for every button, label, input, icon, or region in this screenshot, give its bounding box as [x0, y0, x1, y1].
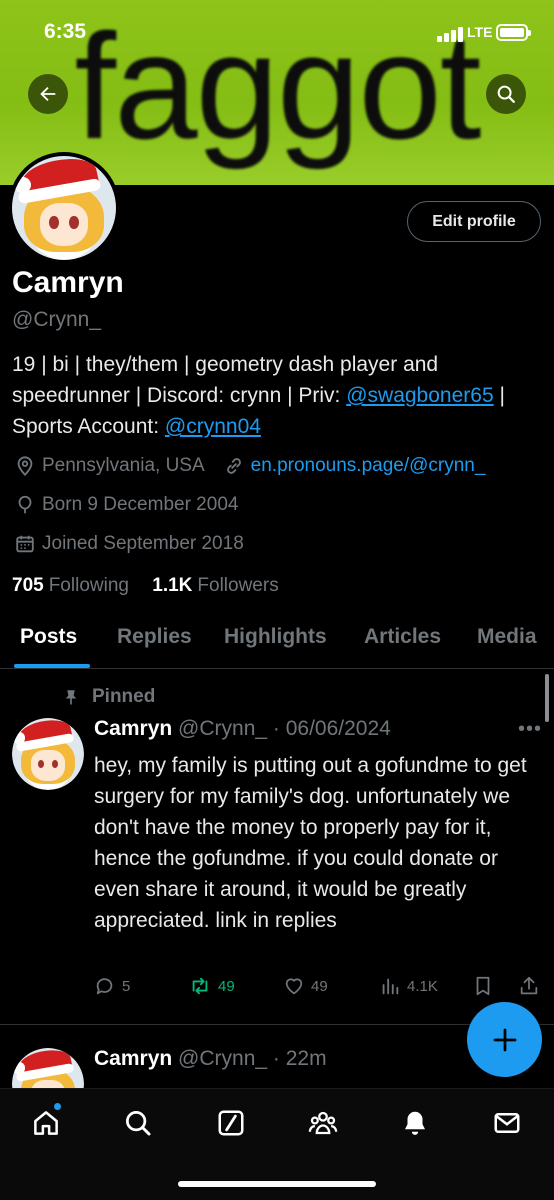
search-button[interactable]	[486, 74, 526, 114]
scrollbar[interactable]	[545, 674, 549, 722]
location-pin-icon	[17, 456, 33, 477]
profile-joined: Joined September 2018	[42, 533, 244, 554]
profile-tabs: Posts Replies Highlights Articles Media	[0, 615, 554, 669]
status-bar: 6:35 LTE	[0, 0, 554, 60]
nav-grok[interactable]	[211, 1103, 251, 1143]
following-label: Following	[48, 575, 129, 596]
notification-dot	[54, 1103, 61, 1110]
pin-icon	[65, 690, 77, 705]
compose-button[interactable]	[467, 1002, 542, 1077]
profile-handle: @Crynn_	[12, 308, 102, 331]
post-header: Camryn @Crynn_ · 06/06/2024	[94, 717, 391, 741]
post-author-meta: @Crynn_ · 06/06/2024	[178, 717, 391, 740]
grok-icon	[218, 1110, 244, 1136]
like-button[interactable]: 49	[283, 975, 328, 997]
search-icon	[126, 1111, 151, 1136]
profile-meta-born-row: Born 9 December 2004	[14, 494, 238, 516]
nav-search[interactable]	[118, 1103, 158, 1143]
repost-icon	[192, 977, 208, 995]
signal-icon	[437, 26, 463, 42]
following-count: 705	[12, 575, 44, 596]
home-indicator[interactable]	[178, 1181, 376, 1187]
battery-icon	[496, 24, 531, 41]
reply-button[interactable]: 5	[94, 975, 130, 997]
pinned-label-row: Pinned	[62, 686, 155, 708]
calendar-icon	[16, 535, 34, 553]
status-time: 6:35	[44, 20, 87, 43]
nav-home[interactable]	[26, 1103, 66, 1143]
share-button[interactable]	[518, 975, 546, 997]
active-tab-indicator	[14, 664, 90, 668]
nav-notifications[interactable]	[395, 1103, 435, 1143]
bookmark-icon	[476, 976, 490, 996]
post-text: hey, my family is putting out a gofundme…	[94, 754, 527, 932]
post-author-name[interactable]: Camryn	[94, 1047, 172, 1070]
post-avatar[interactable]	[12, 718, 84, 790]
post-header: Camryn @Crynn_ · 22m	[94, 1047, 327, 1071]
repost-button[interactable]: 49	[188, 975, 235, 997]
bell-icon	[405, 1111, 425, 1135]
profile-website-link[interactable]: en.pronouns.page/@crynn_	[251, 455, 486, 477]
bookmark-button[interactable]	[472, 975, 500, 997]
followers-link[interactable]: 1.1K Followers	[152, 575, 278, 596]
tab-highlights[interactable]: Highlights	[224, 625, 327, 649]
views-count: 4.1K	[407, 977, 438, 995]
reply-icon	[96, 978, 113, 995]
profile-location: Pennsylvania, USA	[42, 455, 205, 476]
like-count: 49	[311, 977, 328, 995]
views-button[interactable]: 4.1K	[379, 975, 438, 997]
tab-articles[interactable]: Articles	[364, 625, 441, 649]
post-actions: 5 49 49 4.1K	[0, 975, 554, 1001]
profile-name: Camryn	[12, 266, 124, 299]
heart-icon	[285, 978, 303, 995]
nav-messages[interactable]	[487, 1103, 527, 1143]
views-icon	[382, 978, 399, 995]
following-link[interactable]: 705 Following	[12, 575, 129, 596]
more-options-icon[interactable]: •••	[518, 718, 542, 741]
profile-meta-location-row: Pennsylvania, USA en.pronouns.page/@cryn…	[14, 455, 485, 477]
back-button[interactable]	[28, 74, 68, 114]
bio-link-priv[interactable]: @swagboner65	[346, 384, 493, 407]
profile-avatar[interactable]	[8, 152, 120, 264]
communities-icon	[308, 1111, 338, 1135]
pinned-label: Pinned	[92, 686, 156, 707]
tab-posts[interactable]: Posts	[20, 625, 77, 649]
edit-profile-button[interactable]: Edit profile	[407, 201, 541, 242]
followers-count: 1.1K	[152, 575, 193, 596]
repost-count: 49	[218, 977, 235, 995]
arrow-left-icon	[40, 86, 56, 102]
search-icon	[497, 85, 515, 103]
mail-icon	[494, 1113, 520, 1133]
profile-meta-joined-row: Joined September 2018	[14, 533, 244, 555]
profile-bio: 19 | bi | they/them | geometry dash play…	[12, 349, 542, 442]
network-label: LTE	[467, 24, 493, 40]
balloon-icon	[18, 495, 32, 514]
tab-replies[interactable]: Replies	[117, 625, 192, 649]
followers-label: Followers	[197, 575, 279, 596]
home-icon	[34, 1111, 58, 1135]
link-icon	[226, 458, 241, 474]
nav-communities[interactable]	[303, 1103, 343, 1143]
post-author-meta: @Crynn_ · 22m	[178, 1047, 327, 1070]
profile-born: Born 9 December 2004	[42, 494, 239, 515]
post-author-name[interactable]: Camryn	[94, 717, 172, 740]
bio-link-sports[interactable]: @crynn04	[165, 415, 261, 438]
reply-count: 5	[122, 977, 131, 995]
tab-media[interactable]: Media	[477, 625, 537, 649]
share-icon	[520, 976, 538, 995]
plus-icon	[493, 1028, 516, 1051]
follow-stats: 705 Following 1.1K Followers	[12, 575, 279, 597]
